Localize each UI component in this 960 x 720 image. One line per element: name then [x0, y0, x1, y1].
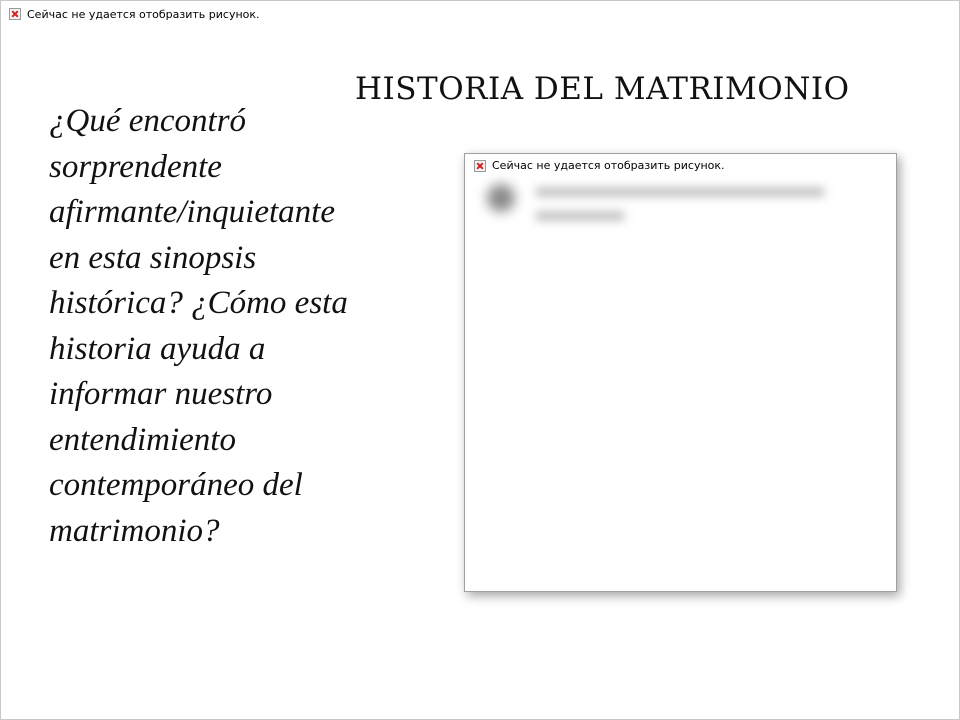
blurred-text-line — [535, 188, 825, 196]
broken-image-icon — [9, 8, 21, 20]
blurred-text-line — [535, 212, 625, 220]
body-line: histórica? ¿Cómo esta — [49, 285, 348, 321]
body-line: matrimonio? — [49, 512, 220, 549]
body-line: en esta sinopsis — [49, 239, 257, 276]
placeholder-caption: Сейчас не удается отобразить рисунок. — [492, 159, 725, 172]
body-line: sorprendente — [49, 148, 222, 185]
body-line: ¿Qué encontró — [49, 103, 247, 139]
slide-body-text: ¿Qué encontró sorprendente afirmante/inq… — [49, 99, 389, 554]
body-line: informar nuestro — [49, 376, 273, 412]
body-line: entendimiento — [49, 421, 236, 458]
picture-placeholder: Сейчас не удается отобразить рисунок. — [464, 153, 897, 592]
body-line: historia ayuda a — [49, 330, 266, 367]
slide-title: HISTORIA DEL MATRIMONIO — [355, 71, 850, 107]
placeholder-caption: Сейчас не удается отобразить рисунок. — [27, 8, 260, 21]
body-line: contemporáneo del — [49, 467, 303, 503]
slide: Сейчас не удается отобразить рисунок. HI… — [0, 0, 960, 720]
broken-image-icon — [474, 160, 486, 172]
blurred-avatar — [487, 184, 515, 212]
body-line: afirmante/inquietante — [49, 194, 335, 230]
